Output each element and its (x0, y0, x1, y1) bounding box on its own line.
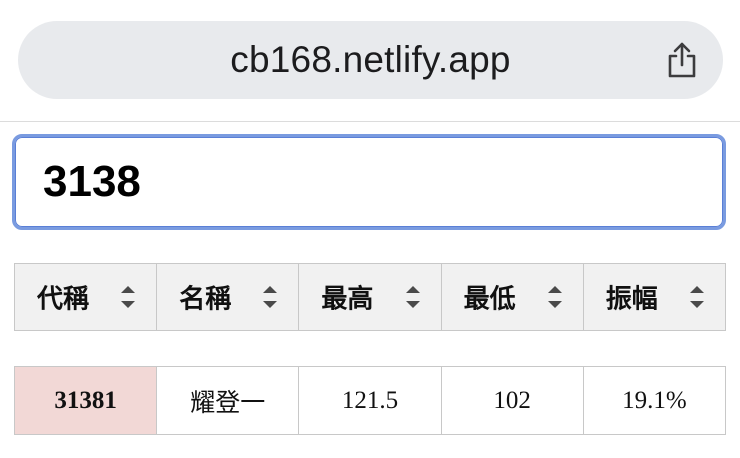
sort-icon[interactable] (260, 282, 280, 312)
address-bar[interactable]: cb168.netlify.app (18, 21, 723, 99)
header-label: 最低 (463, 284, 516, 315)
page: cb168.netlify.app 代稱 名稱 (0, 0, 740, 458)
sort-icon[interactable] (545, 282, 565, 312)
header-row: 代稱 名稱 最高 最低 振幅 (13, 263, 727, 331)
table-header: 代稱 名稱 最高 最低 振幅 (13, 263, 727, 331)
cell-low: 102 (440, 366, 584, 435)
header-label: 振幅 (605, 284, 658, 315)
header-name[interactable]: 名稱 (156, 263, 300, 331)
header-low[interactable]: 最低 (440, 263, 584, 331)
url-text[interactable]: cb168.netlify.app (18, 21, 723, 99)
header-amplitude[interactable]: 振幅 (582, 263, 727, 331)
cell-high: 121.5 (298, 366, 442, 435)
sort-icon[interactable] (118, 282, 138, 312)
results-table: 31381 耀登一 121.5 102 19.1% (13, 366, 727, 435)
header-label: 代稱 (37, 284, 90, 315)
share-icon[interactable] (665, 41, 699, 79)
table-row[interactable]: 31381 耀登一 121.5 102 19.1% (13, 366, 727, 435)
header-high[interactable]: 最高 (298, 263, 442, 331)
cell-code: 31381 (13, 366, 158, 435)
cell-amplitude: 19.1% (582, 366, 727, 435)
sort-icon[interactable] (687, 282, 707, 312)
search-input[interactable] (12, 134, 726, 230)
toolbar-divider (0, 121, 740, 122)
header-label: 名稱 (179, 284, 232, 315)
header-label: 最高 (321, 284, 374, 315)
sort-icon[interactable] (403, 282, 423, 312)
cell-name: 耀登一 (156, 366, 300, 435)
header-code[interactable]: 代稱 (13, 263, 158, 331)
